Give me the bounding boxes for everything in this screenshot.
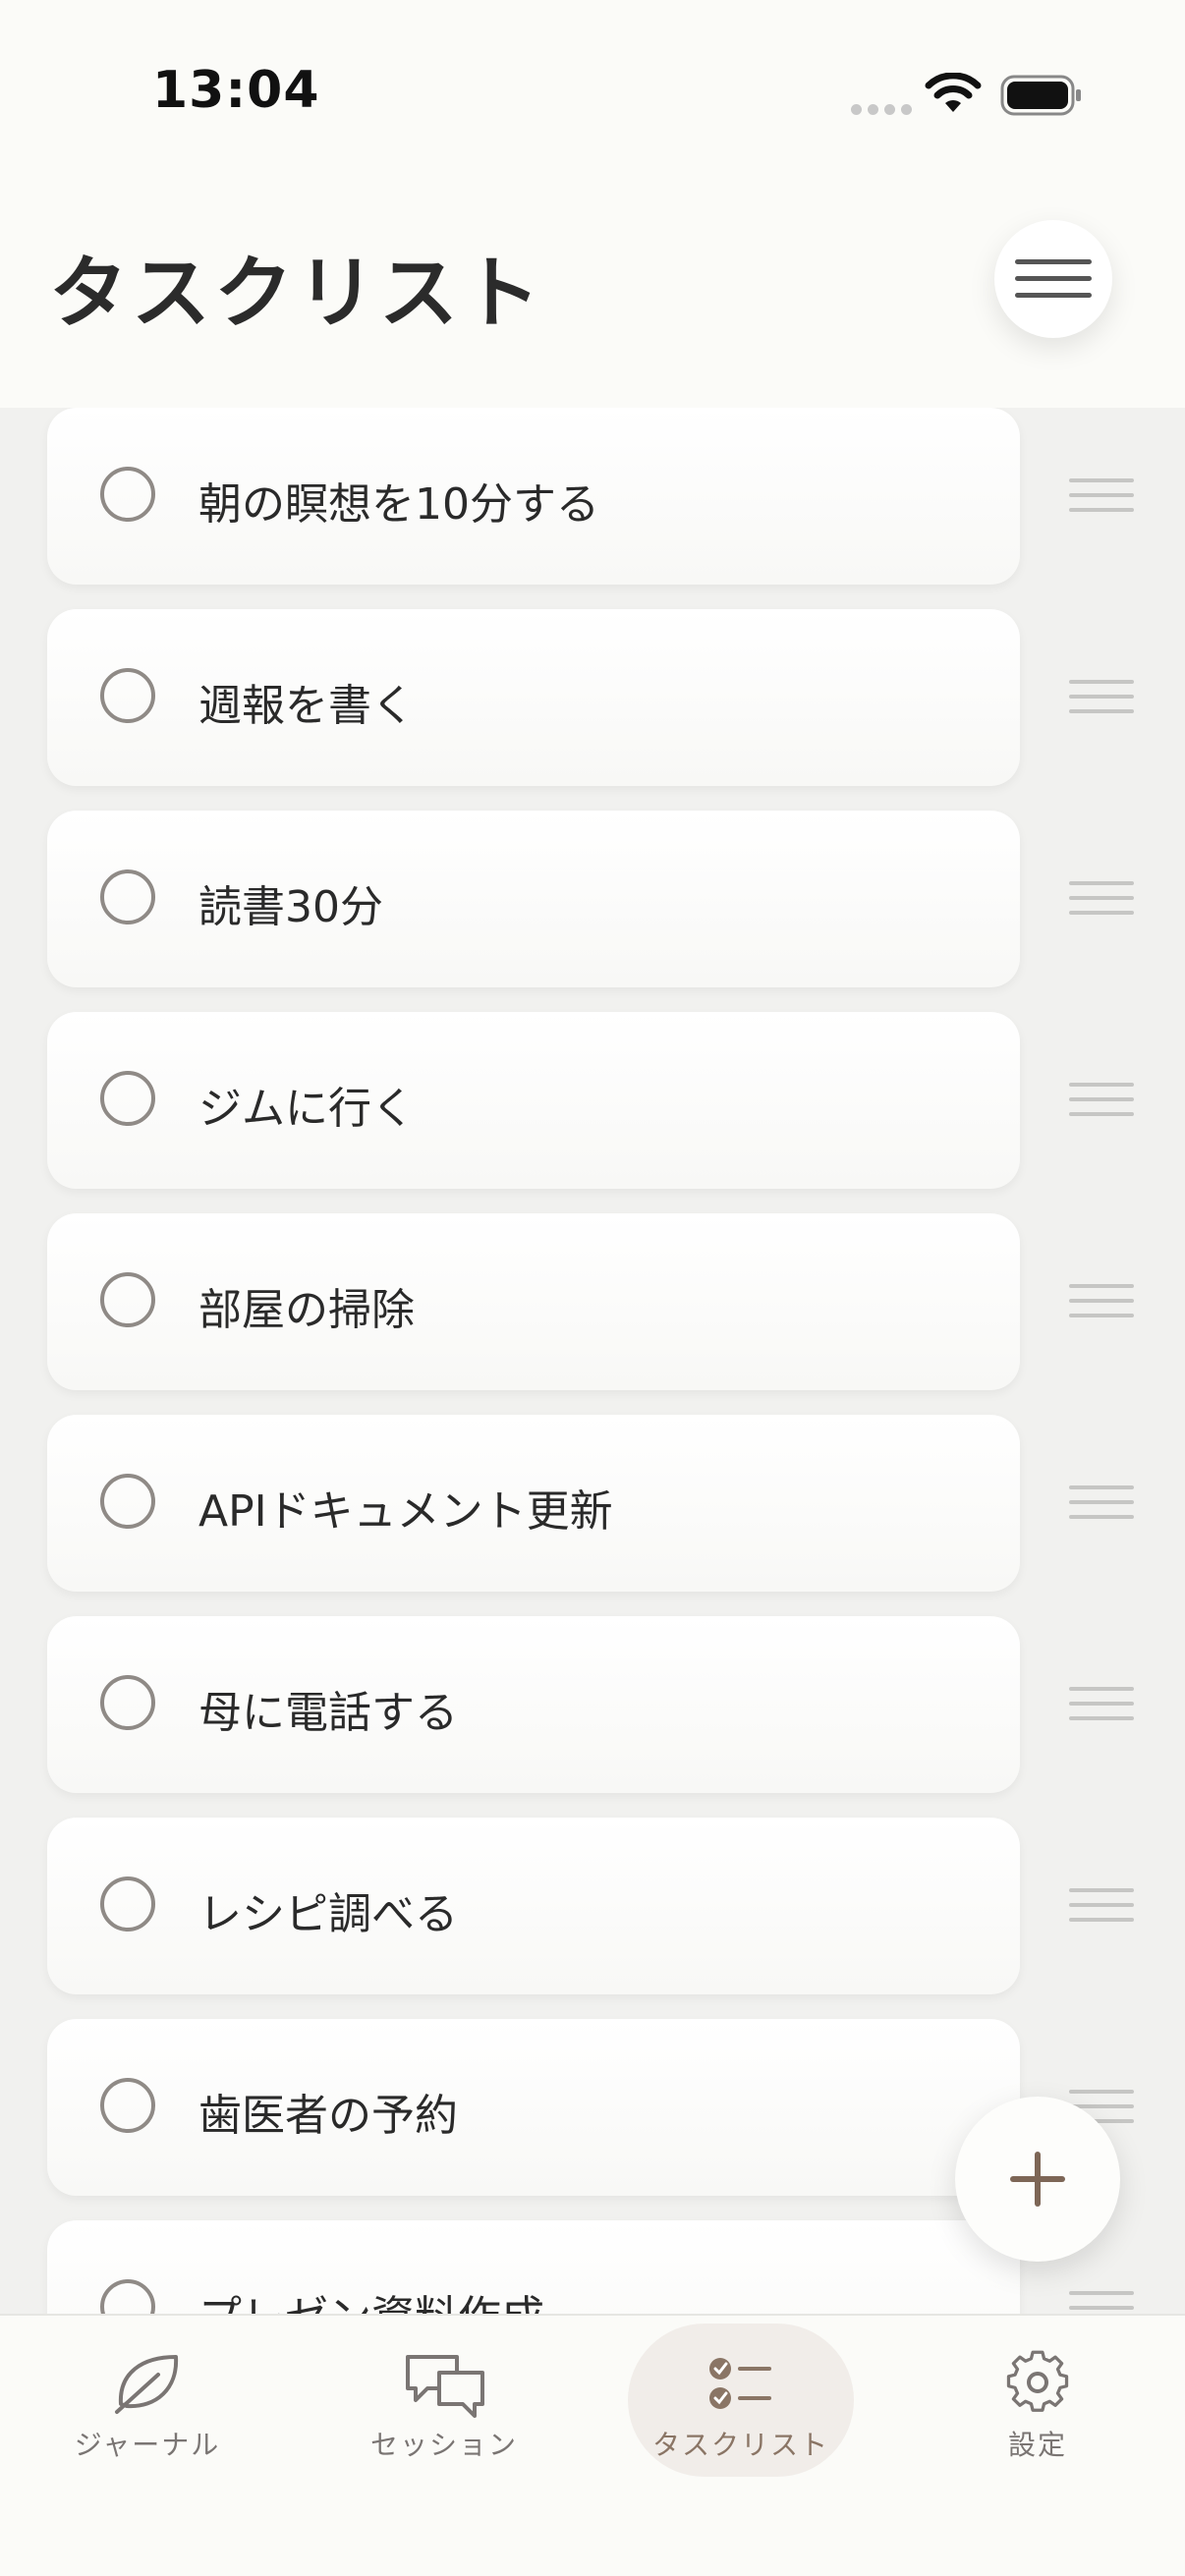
- drag-handle-icon[interactable]: [1069, 1685, 1134, 1722]
- task-label: APIドキュメント更新: [198, 1486, 613, 1537]
- status-time: 13:04: [152, 61, 320, 120]
- task-card[interactable]: 読書30分: [47, 811, 1020, 987]
- task-card[interactable]: 母に電話する: [47, 1616, 1020, 1793]
- chat-bubbles-icon: [406, 2355, 484, 2418]
- task-label: 部屋の掃除: [198, 1285, 415, 1335]
- task-row[interactable]: 部屋の掃除: [0, 1213, 1185, 1390]
- task-checkbox[interactable]: [100, 668, 155, 723]
- leaf-icon: [115, 2355, 179, 2414]
- drag-handle-icon[interactable]: [1069, 1886, 1134, 1924]
- drag-handle-icon[interactable]: [1069, 1081, 1134, 1118]
- task-row[interactable]: レシピ調べる: [0, 1818, 1185, 1994]
- tab-session[interactable]: セッション: [297, 2316, 592, 2492]
- menu-button[interactable]: [994, 220, 1112, 338]
- task-checkbox[interactable]: [100, 1474, 155, 1529]
- task-card[interactable]: 部屋の掃除: [47, 1213, 1020, 1390]
- task-label: 朝の瞑想を10分する: [198, 479, 599, 530]
- status-bar: 13:04: [0, 0, 1185, 196]
- tab-label: 設定: [1007, 2429, 1067, 2461]
- task-label: 週報を書く: [198, 681, 415, 731]
- drag-handle-icon[interactable]: [1069, 476, 1134, 514]
- page-title: タスクリスト: [49, 248, 544, 339]
- add-task-button[interactable]: [955, 2097, 1120, 2262]
- task-card[interactable]: レシピ調べる: [47, 1818, 1020, 1994]
- task-label: 母に電話する: [198, 1688, 458, 1738]
- screen: 13:04 タスクリスト 朝の瞑想を10分する 週報を書く 読書30分 ジムに行…: [0, 0, 1185, 2576]
- drag-handle-icon[interactable]: [1069, 1282, 1134, 1319]
- tab-label: セッション: [369, 2429, 518, 2461]
- task-checkbox[interactable]: [100, 1071, 155, 1126]
- hamburger-menu-icon: [1015, 259, 1092, 298]
- task-card[interactable]: 歯医者の予約: [47, 2019, 1020, 2196]
- task-checkbox[interactable]: [100, 2078, 155, 2133]
- header: タスクリスト: [0, 196, 1185, 408]
- gear-icon: [1006, 2350, 1069, 2412]
- checklist-icon: [709, 2358, 771, 2409]
- task-checkbox[interactable]: [100, 1272, 155, 1327]
- task-checkbox[interactable]: [100, 1675, 155, 1730]
- task-card[interactable]: 朝の瞑想を10分する: [47, 408, 1020, 585]
- tab-label: ジャーナル: [74, 2429, 221, 2461]
- task-label: ジムに行く: [198, 1084, 415, 1134]
- task-checkbox[interactable]: [100, 467, 155, 522]
- task-row[interactable]: ジムに行く: [0, 1012, 1185, 1189]
- task-card[interactable]: プレゼン資料作成: [47, 2220, 1020, 2314]
- task-card[interactable]: 週報を書く: [47, 609, 1020, 786]
- task-list[interactable]: 朝の瞑想を10分する 週報を書く 読書30分 ジムに行く 部屋の掃除 APIドキ…: [0, 408, 1185, 2314]
- task-row[interactable]: 朝の瞑想を10分する: [0, 408, 1185, 585]
- task-row[interactable]: 週報を書く: [0, 609, 1185, 786]
- tab-label: タスクリスト: [651, 2429, 829, 2461]
- task-checkbox[interactable]: [100, 1876, 155, 1932]
- task-label: プレゼン資料作成: [198, 2281, 544, 2314]
- task-label: 読書30分: [198, 882, 383, 932]
- task-checkbox[interactable]: [100, 2279, 155, 2314]
- drag-handle-icon[interactable]: [1069, 879, 1134, 917]
- plus-icon: [1010, 2152, 1065, 2207]
- tab-bar: ジャーナル セッション タスクリスト 設定: [0, 2314, 1185, 2576]
- cellular-signal-icon: [851, 104, 912, 115]
- task-row[interactable]: 読書30分: [0, 811, 1185, 987]
- task-card[interactable]: ジムに行く: [47, 1012, 1020, 1189]
- task-checkbox[interactable]: [100, 869, 155, 924]
- battery-icon: [1000, 75, 1081, 116]
- task-label: 歯医者の予約: [198, 2091, 458, 2141]
- drag-handle-icon[interactable]: [1069, 678, 1134, 715]
- tab-tasklist[interactable]: タスクリスト: [593, 2316, 888, 2492]
- drag-handle-icon[interactable]: [1069, 2289, 1134, 2314]
- tab-journal[interactable]: ジャーナル: [0, 2316, 295, 2492]
- task-card[interactable]: APIドキュメント更新: [47, 1415, 1020, 1592]
- task-row[interactable]: 母に電話する: [0, 1616, 1185, 1793]
- wifi-icon: [925, 73, 982, 112]
- task-row[interactable]: APIドキュメント更新: [0, 1415, 1185, 1592]
- task-label: レシピ調べる: [198, 1889, 458, 1939]
- drag-handle-icon[interactable]: [1069, 1484, 1134, 1521]
- tab-settings[interactable]: 設定: [890, 2316, 1185, 2492]
